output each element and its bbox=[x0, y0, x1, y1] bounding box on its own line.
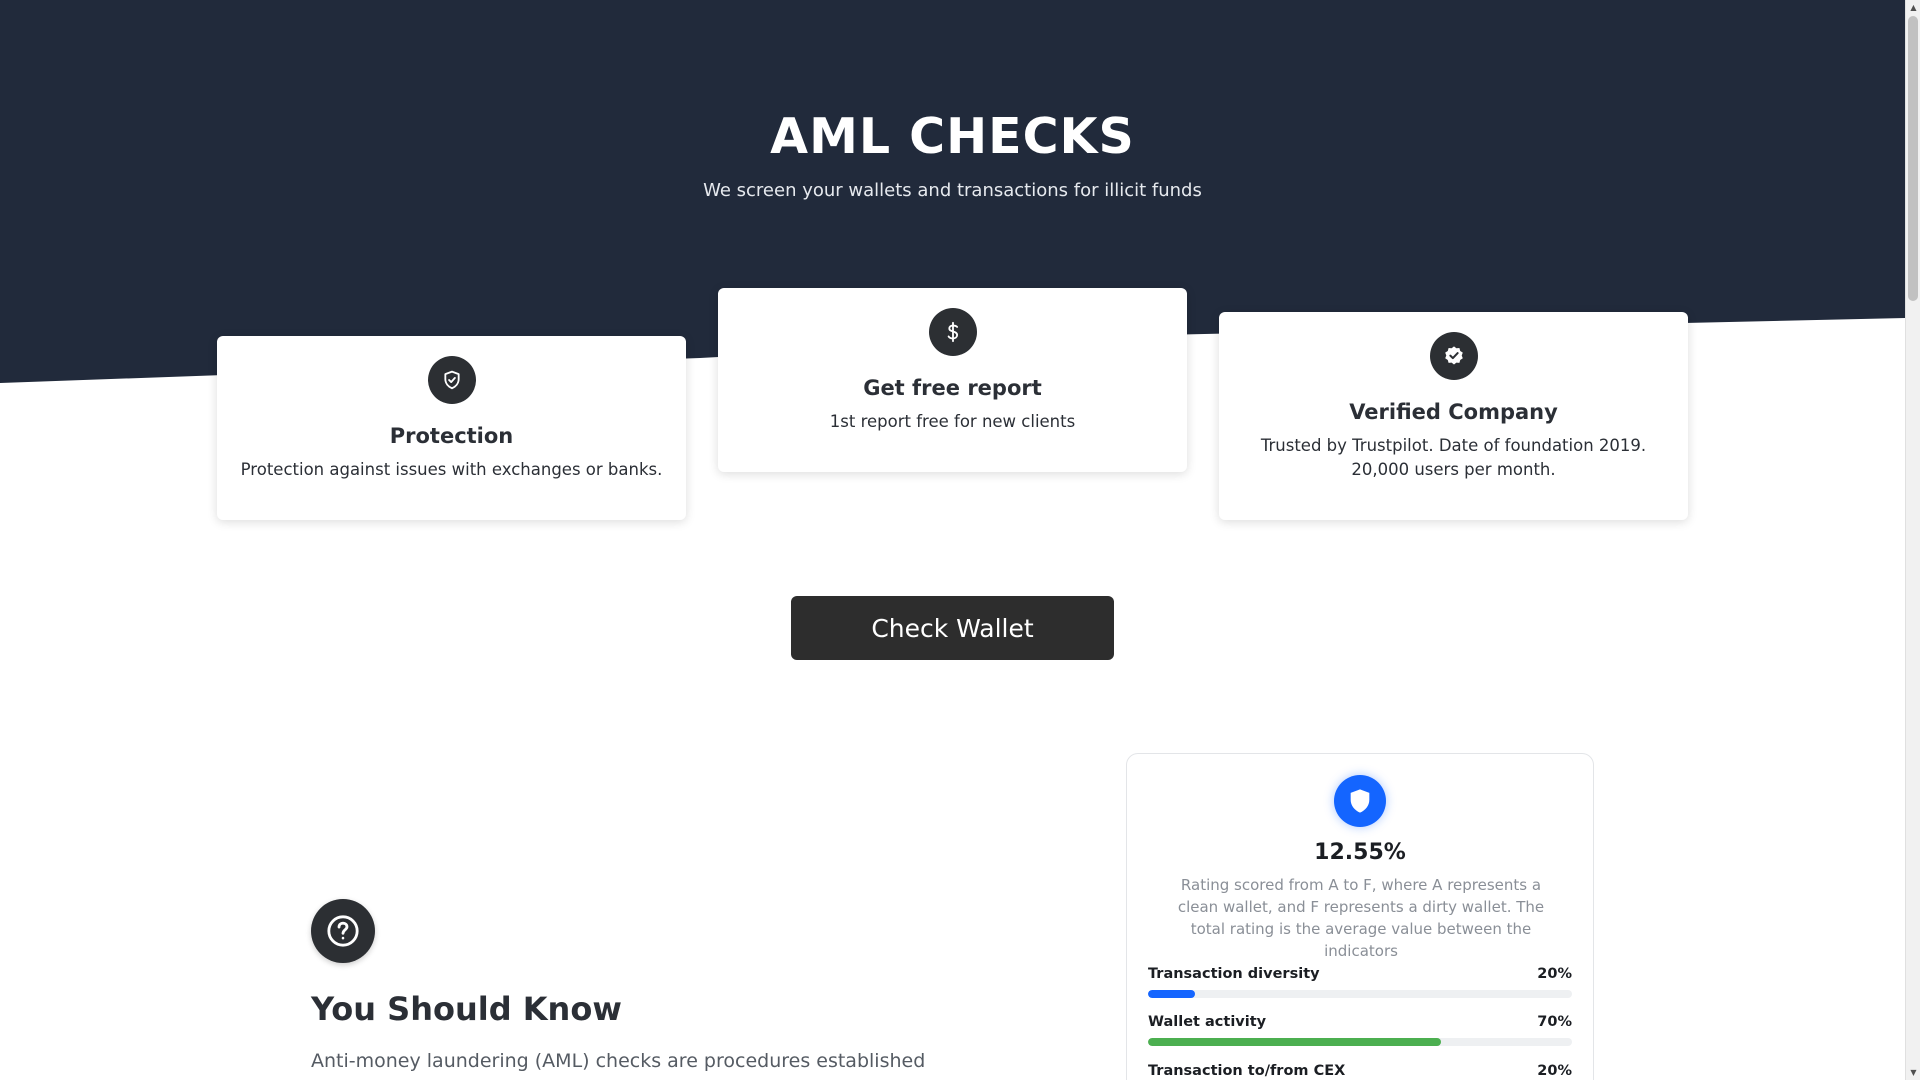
indicator-percent: 20% bbox=[1537, 966, 1572, 982]
know-title: You Should Know bbox=[311, 990, 622, 1028]
indicator-transaction-diversity: Transaction diversity 20% bbox=[1148, 966, 1572, 998]
scroll-thumb[interactable] bbox=[1908, 16, 1918, 301]
indicator-label: Wallet activity bbox=[1148, 1014, 1267, 1030]
indicator-percent: 70% bbox=[1537, 1014, 1572, 1030]
feature-title: Protection bbox=[389, 424, 514, 448]
feature-card-verified-company: Verified Company Trusted by Trustpilot. … bbox=[1219, 312, 1688, 520]
rating-description: Rating scored from A to F, where A repre… bbox=[1177, 876, 1545, 960]
shield-icon bbox=[1334, 775, 1386, 827]
feature-title: Get free report bbox=[863, 376, 1042, 400]
verified-badge-icon bbox=[1429, 332, 1478, 380]
feature-card-free-report: Get free report 1st report free for new … bbox=[718, 288, 1187, 472]
indicator-label: Transaction to/from CEX bbox=[1148, 1063, 1346, 1079]
indicator-track bbox=[1148, 990, 1572, 998]
know-text: Anti-money laundering (AML) checks are p… bbox=[311, 1050, 926, 1072]
page-scrollbar[interactable]: ▲ ▼ bbox=[1905, 0, 1920, 1080]
shield-check-icon bbox=[427, 356, 476, 404]
scroll-down-arrow[interactable]: ▼ bbox=[1906, 1065, 1920, 1080]
feature-card-protection: Protection Protection against issues wit… bbox=[217, 336, 686, 520]
rating-value: 12.55% bbox=[1314, 840, 1406, 865]
indicator-percent: 20% bbox=[1537, 1063, 1572, 1079]
feature-title: Verified Company bbox=[1349, 400, 1558, 424]
hero-subtitle: We screen your wallets and transactions … bbox=[703, 180, 1202, 201]
indicator-fill bbox=[1148, 990, 1195, 998]
indicator-fill bbox=[1148, 1038, 1441, 1046]
question-icon bbox=[311, 899, 375, 963]
indicator-transaction-cex: Transaction to/from CEX 20% bbox=[1148, 1063, 1572, 1080]
rating-card: 12.55% Rating scored from A to F, where … bbox=[1126, 753, 1594, 1080]
check-wallet-button[interactable]: Check Wallet bbox=[791, 596, 1114, 660]
indicator-label: Transaction diversity bbox=[1148, 966, 1320, 982]
feature-text: Trusted by Trustpilot. Date of foundatio… bbox=[1260, 436, 1647, 479]
dollar-icon bbox=[928, 308, 977, 356]
scroll-up-arrow[interactable]: ▲ bbox=[1906, 0, 1920, 15]
indicator-wallet-activity: Wallet activity 70% bbox=[1148, 1014, 1572, 1046]
hero-title: AML CHECKS bbox=[770, 108, 1135, 165]
feature-text: 1st report free for new clients bbox=[829, 412, 1076, 431]
feature-text: Protection against issues with exchanges… bbox=[240, 460, 663, 479]
indicator-track bbox=[1148, 1038, 1572, 1046]
